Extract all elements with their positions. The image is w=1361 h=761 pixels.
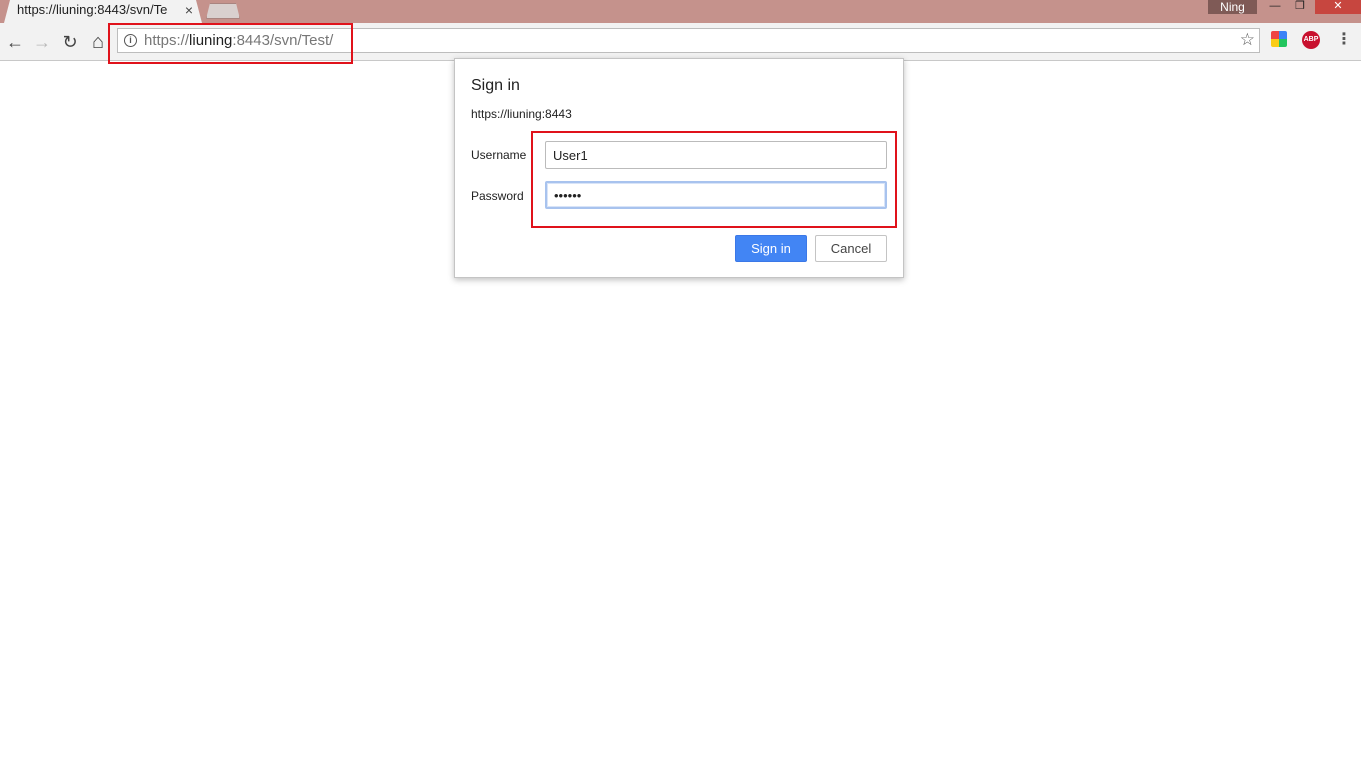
minimize-icon[interactable]: — [1262, 0, 1288, 14]
username-field[interactable] [545, 141, 887, 169]
signin-button[interactable]: Sign in [735, 235, 807, 262]
browser-toolbar: ← → ↻ ⌂ i https://liuning:8443/svn/Test/… [0, 23, 1361, 61]
bookmark-star-icon[interactable]: ☆ [1240, 31, 1255, 49]
browser-tab[interactable]: https://liuning:8443/svn/Te × [4, 0, 202, 23]
back-icon[interactable]: ← [4, 32, 26, 52]
window-close-icon[interactable]: ✕ [1315, 0, 1361, 14]
address-bar[interactable]: i https://liuning:8443/svn/Test/ ☆ [117, 28, 1260, 53]
url-scheme: https:// [144, 32, 190, 49]
reload-icon[interactable]: ↻ [59, 32, 81, 52]
tab-close-icon[interactable]: × [182, 2, 196, 18]
tab-title: https://liuning:8443/svn/Te [17, 2, 168, 17]
username-label: Username [471, 148, 527, 162]
extension-icon[interactable] [1271, 31, 1287, 47]
restore-icon[interactable]: ❐ [1287, 0, 1313, 14]
adblock-plus-icon[interactable]: ABP [1302, 31, 1320, 49]
forward-icon[interactable]: → [31, 32, 53, 52]
home-icon[interactable]: ⌂ [87, 32, 109, 52]
menu-icon[interactable]: ⋮ [1336, 31, 1352, 49]
dialog-title: Sign in [471, 77, 520, 94]
signin-dialog: Sign in https://liuning:8443 Username Pa… [454, 58, 904, 278]
info-icon[interactable]: i [124, 34, 137, 47]
url-text: https://liuning:8443/svn/Test/ [144, 32, 333, 50]
dialog-origin: https://liuning:8443 [471, 107, 572, 121]
cancel-button[interactable]: Cancel [815, 235, 887, 262]
password-label: Password [471, 189, 524, 203]
new-tab-button[interactable] [206, 3, 240, 19]
url-host: liuning [189, 32, 233, 49]
tab-strip: https://liuning:8443/svn/Te × Ning — ❐ ✕ [0, 0, 1361, 23]
profile-badge[interactable]: Ning [1208, 0, 1257, 14]
password-field[interactable] [545, 181, 887, 209]
url-path: :8443/svn/Test/ [232, 32, 334, 49]
